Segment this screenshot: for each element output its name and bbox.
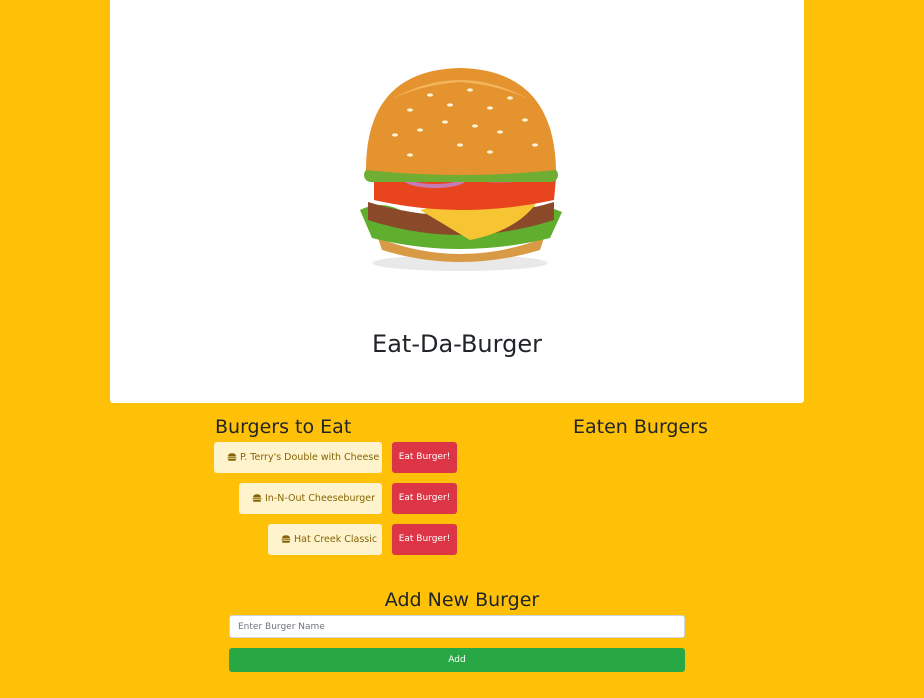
- hamburger-icon: [252, 494, 262, 502]
- add-burger-heading: Add New Burger: [384, 589, 540, 611]
- page-title: Eat-Da-Burger: [372, 330, 542, 358]
- burgers-to-eat-heading: Burgers to Eat: [215, 416, 352, 438]
- burger-list-item: In-N-Out Cheeseburger Eat Burger!: [0, 483, 924, 514]
- burger-name-label: In-N-Out Cheeseburger: [265, 493, 376, 504]
- eat-burger-button[interactable]: Eat Burger!: [392, 483, 457, 514]
- burger-name-button[interactable]: Hat Creek Classic: [268, 524, 382, 555]
- hamburger-icon: [281, 535, 291, 543]
- burger-name-button[interactable]: In-N-Out Cheeseburger: [239, 483, 382, 514]
- jumbotron: Eat-Da-Burger: [110, 0, 804, 403]
- eat-burger-button[interactable]: Eat Burger!: [392, 524, 457, 555]
- burger-name-button[interactable]: P. Terry's Double with Cheese: [214, 442, 382, 473]
- eaten-burgers-heading: Eaten Burgers: [573, 416, 708, 438]
- burger-name-label: P. Terry's Double with Cheese: [240, 452, 380, 463]
- eat-burger-button[interactable]: Eat Burger!: [392, 442, 457, 473]
- add-burger-button[interactable]: Add: [229, 648, 685, 672]
- burger-image: [360, 68, 562, 271]
- burger-list-item: P. Terry's Double with Cheese Eat Burger…: [0, 442, 924, 473]
- hamburger-icon: [227, 453, 237, 461]
- burger-name-label: Hat Creek Classic: [294, 534, 378, 545]
- burger-list-item: Hat Creek Classic Eat Burger!: [0, 524, 924, 555]
- burger-name-input[interactable]: [229, 615, 685, 638]
